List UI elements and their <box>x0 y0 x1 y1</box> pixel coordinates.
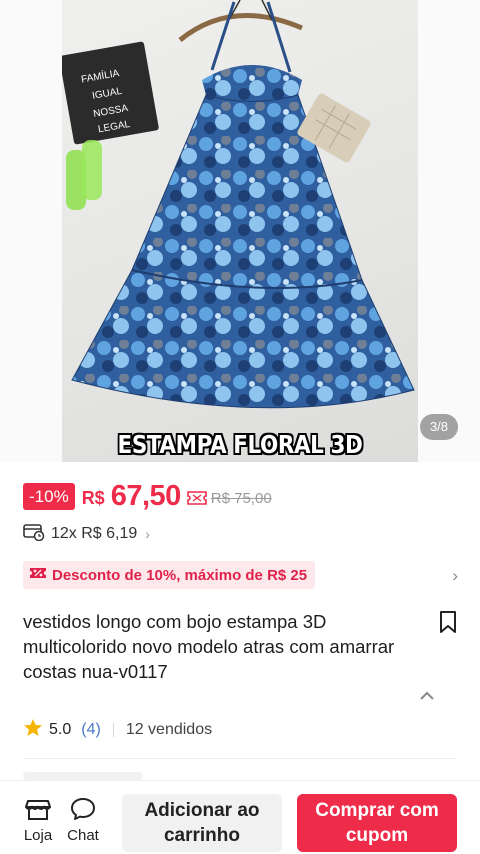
rating-score: 5.0 <box>49 721 72 738</box>
add-to-cart-button[interactable]: Adicionar ao carrinho <box>122 794 282 852</box>
installments-chevron-icon: › <box>145 526 150 542</box>
card-clock-icon <box>23 523 45 546</box>
image-counter: 3/8 <box>420 414 458 440</box>
chat-button[interactable]: Chat <box>61 797 105 844</box>
section-divider <box>23 758 457 759</box>
price-row: -10% R$ 67,50 R$ 75,00 <box>23 480 272 512</box>
bookmark-icon[interactable] <box>438 610 458 639</box>
store-label: Loja <box>23 827 53 844</box>
next-section-peek <box>23 772 143 780</box>
discount-promo-banner[interactable]: Desconto de 10%, máximo de R$ 25 <box>23 561 316 589</box>
star-icon <box>23 718 43 743</box>
discount-badge: -10% <box>23 482 75 510</box>
gallery-side-right <box>418 0 480 462</box>
rating-row[interactable]: 5.0 (4) 12 vendidos <box>23 718 212 742</box>
store-button[interactable]: Loja <box>16 797 60 844</box>
sold-count: 12 vendidos <box>125 721 213 738</box>
image-caption: ESTAMPA FLORAL 3D <box>117 430 363 459</box>
gallery-side-left <box>0 0 62 462</box>
product-page: FAMÍLIA IGUAL NOSSA LEGAL ESTAMPA FLORAL… <box>0 0 480 854</box>
installments-text: 12x R$ 6,19 <box>51 525 138 542</box>
original-price: R$ 75,00 <box>210 490 272 507</box>
product-image-gallery[interactable]: FAMÍLIA IGUAL NOSSA LEGAL ESTAMPA FLORAL… <box>0 0 480 462</box>
product-photo[interactable]: FAMÍLIA IGUAL NOSSA LEGAL <box>62 0 418 462</box>
chat-bubble-icon <box>70 798 96 825</box>
dress-photo-illustration: FAMÍLIA IGUAL NOSSA LEGAL <box>62 0 415 409</box>
rating-separator <box>112 723 114 737</box>
price-currency: R$ <box>81 487 105 508</box>
installments-row[interactable]: 12x R$ 6,19 › <box>23 523 150 545</box>
store-icon <box>25 800 51 825</box>
promo-text: Desconto de 10%, máximo de R$ 25 <box>52 566 308 584</box>
discount-tag-icon <box>29 565 47 585</box>
chat-label: Chat <box>67 827 99 844</box>
bottom-action-bar: Loja Chat Adicionar ao carrinho Comprar … <box>0 780 480 854</box>
collapse-chevron-icon[interactable] <box>419 688 435 706</box>
product-title: vestidos longo com bojo estampa 3D multi… <box>23 611 395 682</box>
coupon-icon[interactable] <box>186 490 207 506</box>
promo-chevron-icon[interactable]: › <box>452 566 458 586</box>
current-price: 67,50 <box>110 479 182 512</box>
buy-with-coupon-button[interactable]: Comprar com cupom <box>297 794 457 852</box>
rating-count[interactable]: (4) <box>81 721 101 739</box>
